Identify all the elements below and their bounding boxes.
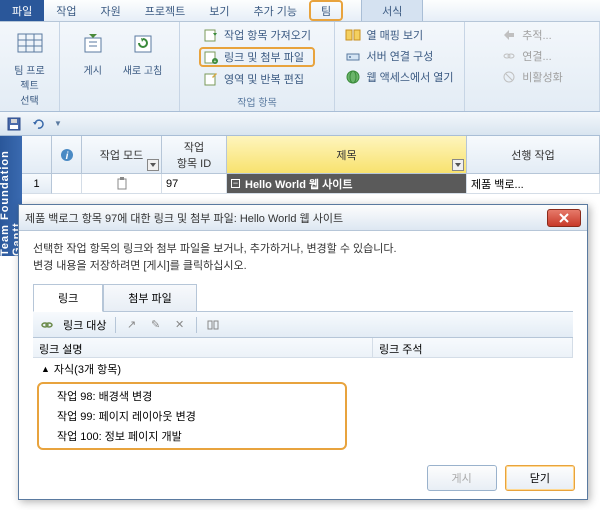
link-target-label[interactable]: 링크 대상: [63, 317, 107, 333]
column-mapping-button[interactable]: 열 매핑 보기: [341, 26, 457, 44]
menu-view[interactable]: 보기: [197, 0, 241, 21]
areas-label: 영역 및 반복 편집: [224, 71, 304, 87]
menu-bar: 파일 작업 자원 프로젝트 보기 추가 기능 팀 서식: [0, 0, 600, 22]
link-items-highlight: 작업 98: 배경색 변경 작업 99: 페이지 레이아웃 변경 작업 100:…: [37, 382, 347, 450]
title-cell[interactable]: − Hello World 웹 사이트: [227, 174, 467, 194]
refresh-icon: [127, 28, 159, 60]
link-group[interactable]: ▲ 자식(3개 항목): [33, 358, 573, 380]
grid-icon: [14, 28, 46, 60]
title-column[interactable]: 제목: [227, 136, 467, 174]
globe-icon: [345, 69, 361, 85]
deactivate-icon: [501, 69, 517, 85]
collapse-icon[interactable]: −: [231, 179, 240, 188]
connect-label: 연결...: [522, 48, 551, 64]
dropdown-icon[interactable]: ▼: [54, 119, 62, 128]
row-number: 1: [22, 174, 52, 194]
server-icon: [345, 48, 361, 64]
publish-icon: [77, 28, 109, 60]
columns-icon[interactable]: [205, 317, 221, 333]
close-button[interactable]: 닫기: [505, 465, 575, 491]
dialog-titlebar[interactable]: 제품 백로그 항목 97에 대한 링크 및 첨부 파일: Hello World…: [19, 205, 587, 231]
publish-button[interactable]: 게시: [73, 26, 113, 79]
id-column[interactable]: 작업 항목 ID: [162, 136, 227, 174]
tab-attachments[interactable]: 첨부 파일: [103, 284, 197, 312]
track-icon: [501, 27, 517, 43]
dialog-tabs: 링크 첨부 파일: [33, 284, 573, 312]
dialog-instructions: 선택한 작업 항목의 링크와 첨부 파일을 보거나, 추가하거나, 변경할 수 …: [33, 241, 573, 274]
svg-text:i: i: [65, 151, 68, 162]
ribbon: 팀 프로젝트 선택 게시 새로 고침 작업: [0, 22, 600, 112]
close-button[interactable]: [547, 209, 581, 227]
refresh-button[interactable]: 새로 고침: [119, 26, 167, 79]
menu-file[interactable]: 파일: [0, 0, 44, 21]
server-config-button[interactable]: 서버 연결 구성: [341, 47, 457, 65]
team-project-label: 팀 프로젝트 선택: [10, 62, 49, 107]
publish-button: 게시: [427, 465, 497, 491]
link-item[interactable]: 작업 99: 페이지 레이아웃 변경: [45, 406, 339, 426]
mode-column[interactable]: 작업 모드: [82, 136, 162, 174]
attachment-icon: +: [203, 49, 219, 65]
dialog-title: 제품 백로그 항목 97에 대한 링크 및 첨부 파일: Hello World…: [25, 210, 343, 226]
save-icon[interactable]: [6, 116, 22, 132]
links-label: 링크 및 첨부 파일: [224, 49, 304, 65]
id-cell[interactable]: 97: [162, 174, 227, 194]
edit-icon: [203, 71, 219, 87]
mapping-label: 열 매핑 보기: [366, 27, 423, 43]
team-project-select-button[interactable]: 팀 프로젝트 선택: [6, 26, 53, 109]
col-link-comment[interactable]: 링크 주석: [373, 338, 573, 357]
link-item[interactable]: 작업 98: 배경색 변경: [45, 386, 339, 406]
mode-cell[interactable]: [82, 174, 162, 194]
import-workitems-button[interactable]: 작업 항목 가져오기: [199, 26, 315, 44]
import-label: 작업 항목 가져오기: [224, 27, 311, 43]
expand-icon[interactable]: ▲: [41, 364, 50, 374]
workitem-group-label: 작업 항목: [237, 92, 277, 109]
refresh-label: 새로 고침: [123, 62, 163, 77]
chevron-down-icon[interactable]: [452, 159, 464, 171]
edit-icon[interactable]: ✎: [148, 317, 164, 333]
undo-icon[interactable]: [30, 116, 46, 132]
link-item[interactable]: 작업 100: 정보 페이지 개발: [45, 426, 339, 446]
publish-label: 게시: [84, 62, 102, 77]
menu-team[interactable]: 팀: [309, 0, 343, 21]
dialog-footer: 게시 닫기: [427, 465, 576, 491]
web-access-button[interactable]: 웹 액세스에서 열기: [341, 68, 457, 86]
import-icon: [203, 27, 219, 43]
quick-access-toolbar: ▼: [0, 112, 600, 136]
links-dialog: 제품 백로그 항목 97에 대한 링크 및 첨부 파일: Hello World…: [18, 204, 588, 500]
menu-task[interactable]: 작업: [44, 0, 88, 21]
svg-text:+: +: [213, 59, 216, 65]
connect-button: 연결...: [497, 47, 566, 65]
link-list-header: 링크 설명 링크 주석: [33, 338, 573, 358]
menu-format[interactable]: 서식: [361, 0, 423, 21]
access-label: 웹 액세스에서 열기: [366, 69, 453, 85]
server-label: 서버 연결 구성: [366, 48, 433, 64]
deactivate-label: 비활성화: [522, 69, 562, 85]
table-row[interactable]: 1 97 − Hello World 웹 사이트 제품 백로...: [22, 174, 600, 194]
pred-cell[interactable]: 제품 백로...: [467, 174, 600, 194]
track-button: 추적...: [497, 26, 566, 44]
open-icon[interactable]: ↗: [124, 317, 140, 333]
menu-addon[interactable]: 추가 기능: [241, 0, 309, 21]
deactivate-button: 비활성화: [497, 68, 566, 86]
track-label: 추적...: [522, 27, 551, 43]
links-attachments-button[interactable]: + 링크 및 첨부 파일: [199, 47, 315, 67]
predecessor-column[interactable]: 선행 작업: [467, 136, 600, 174]
tab-links[interactable]: 링크: [33, 284, 103, 312]
delete-icon[interactable]: ✕: [172, 317, 188, 333]
link-list: ▲ 자식(3개 항목) 작업 98: 배경색 변경 작업 99: 페이지 레이아…: [33, 358, 573, 450]
menu-project[interactable]: 프로젝트: [133, 0, 197, 21]
info-column[interactable]: i: [52, 136, 82, 174]
chevron-down-icon[interactable]: [147, 159, 159, 171]
mapping-icon: [345, 27, 361, 43]
dialog-toolbar: 링크 대상 ↗ ✎ ✕: [33, 312, 573, 338]
menu-resource[interactable]: 자원: [89, 0, 133, 21]
link-target-icon: [39, 317, 55, 333]
link-icon: [501, 48, 517, 64]
areas-iterations-button[interactable]: 영역 및 반복 편집: [199, 70, 315, 88]
col-link-desc[interactable]: 링크 설명: [33, 338, 373, 357]
